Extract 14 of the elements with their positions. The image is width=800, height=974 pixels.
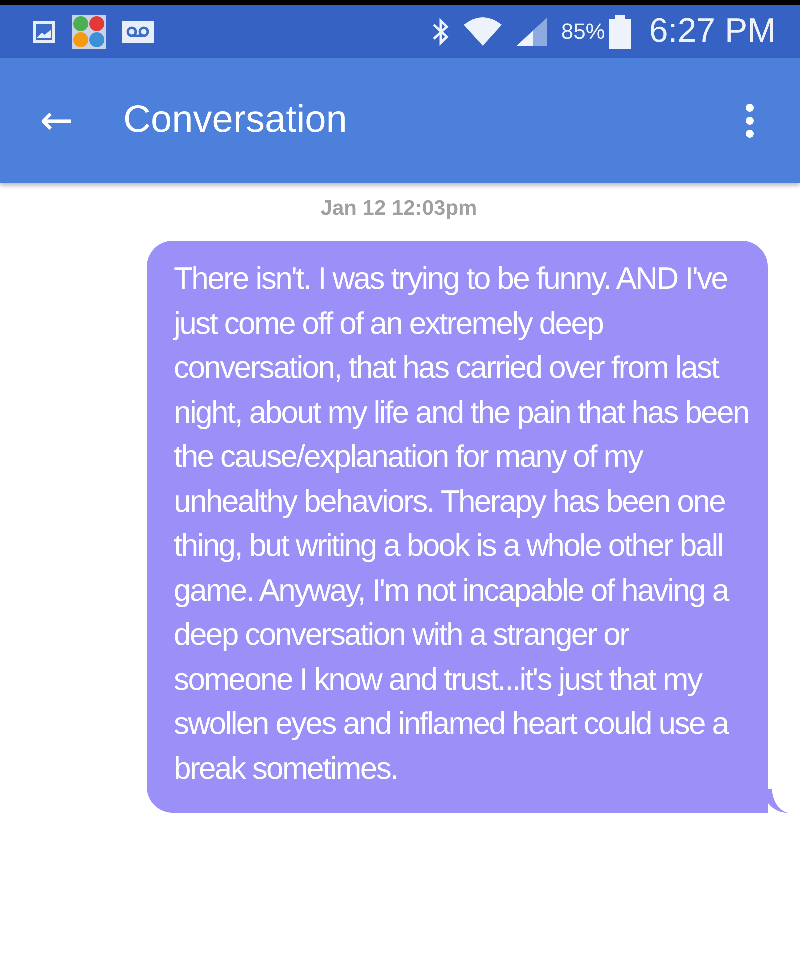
bluetooth-icon [431,16,452,46]
message-text: There isn't. I was trying to be funny. AND I've just come off of an extremely deep conversation, that has carried over from last night, about my life and the pain that has been the cause/explanation for many of my unhealthy behaviors. Therapy has been one thing, but writing a book is a whole other ball game. Anyway, I'm not incapable of having a deep conversation with a stranger or someone I know and trust...it's just that my swollen eyes and inflamed heart could use a break sometimes. [174,260,750,788]
more-options-icon[interactable] [744,102,756,138]
battery-icon [609,14,632,48]
timestamp: Jan 12 12:03pm [320,197,478,221]
image-icon [32,20,56,44]
voicemail-icon [122,20,154,42]
wifi-icon [463,16,504,48]
signal-icon [515,16,550,46]
back-button[interactable]: ← [40,98,74,144]
battery-percent: 85% [561,18,606,44]
currency-icon [72,14,106,48]
clock: 6:27 PM [649,12,776,51]
screen-title: Conversation [124,99,348,142]
